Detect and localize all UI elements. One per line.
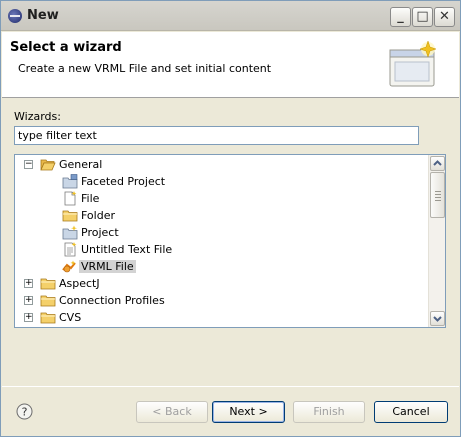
page-title: Select a wizard <box>10 40 122 55</box>
folder-icon <box>40 276 56 291</box>
back-button[interactable]: < Back <box>136 401 208 423</box>
tree-item[interactable]: + CVS <box>15 309 429 326</box>
window-title: New <box>27 8 59 23</box>
help-glyph: ? <box>22 406 28 419</box>
wizard-banner-icon <box>389 40 437 87</box>
grip-line <box>435 191 441 192</box>
tree-item-label: CVS <box>59 311 82 324</box>
tree-item-label: Connection Profiles <box>59 294 165 307</box>
tree-item[interactable]: Untitled Text File <box>15 241 429 258</box>
folder-open-icon <box>40 157 56 172</box>
tree-item[interactable]: + Connection Profiles <box>15 292 429 309</box>
page-description: Create a new VRML File and set initial c… <box>18 62 272 75</box>
footer-separator <box>2 386 459 387</box>
expand-icon[interactable]: + <box>24 296 33 305</box>
tree-item-label: General <box>59 158 103 171</box>
title-bar[interactable]: New _ □ ✕ <box>1 1 460 31</box>
finish-button[interactable]: Finish <box>293 401 365 423</box>
wizards-label: Wizards: <box>14 110 61 123</box>
tree-item-label: AspectJ <box>59 277 100 290</box>
eclipse-icon <box>8 9 22 23</box>
project-icon <box>62 225 78 240</box>
collapse-icon[interactable]: − <box>24 160 33 169</box>
cancel-button[interactable]: Cancel <box>374 401 448 423</box>
tree-item[interactable]: VRML File <box>15 258 429 275</box>
minimize-button[interactable]: _ <box>390 7 411 27</box>
chevron-down-icon <box>433 316 442 322</box>
tree-item-label: File <box>81 192 100 205</box>
tree-item-label: Untitled Text File <box>81 243 173 256</box>
grip-line <box>435 200 441 201</box>
folder-icon <box>40 293 56 308</box>
wizard-header: Select a wizard Create a new VRML File a… <box>2 32 459 98</box>
scroll-down-button[interactable] <box>430 311 445 326</box>
file-icon <box>62 191 78 206</box>
tree-item-label: Project <box>81 226 119 239</box>
tree-item-label: Folder <box>81 209 115 222</box>
grip-line <box>435 194 441 195</box>
faceted-project-icon <box>62 174 78 189</box>
folder-icon <box>62 208 78 223</box>
next-button[interactable]: Next > <box>212 401 285 423</box>
maximize-button[interactable]: □ <box>412 7 433 27</box>
text-file-icon <box>62 242 78 257</box>
vrml-file-icon <box>62 259 78 274</box>
chevron-up-icon <box>433 160 442 166</box>
expand-icon[interactable]: + <box>24 313 33 322</box>
close-button[interactable]: ✕ <box>434 7 455 27</box>
help-icon[interactable]: ? <box>16 403 33 420</box>
grip-line <box>435 197 441 198</box>
filter-input[interactable] <box>14 126 419 145</box>
wizard-tree: − General Faceted Project File Folder Project… <box>14 154 446 328</box>
new-wizard-dialog: New _ □ ✕ Select a wizard Create a new V… <box>0 0 461 437</box>
vertical-scrollbar[interactable] <box>428 155 445 327</box>
scroll-up-button[interactable] <box>430 156 445 171</box>
tree-item[interactable]: + AspectJ <box>15 275 429 292</box>
tree-item[interactable]: File <box>15 190 429 207</box>
tree-item[interactable]: Project <box>15 224 429 241</box>
tree-item-label: Faceted Project <box>81 175 166 188</box>
scroll-thumb[interactable] <box>430 172 445 218</box>
tree-item[interactable]: Folder <box>15 207 429 224</box>
folder-icon <box>40 310 56 325</box>
expand-icon[interactable]: + <box>24 279 33 288</box>
tree-item[interactable]: − General <box>15 156 429 173</box>
tree-item[interactable]: Faceted Project <box>15 173 429 190</box>
tree-item-label: VRML File <box>79 260 136 273</box>
